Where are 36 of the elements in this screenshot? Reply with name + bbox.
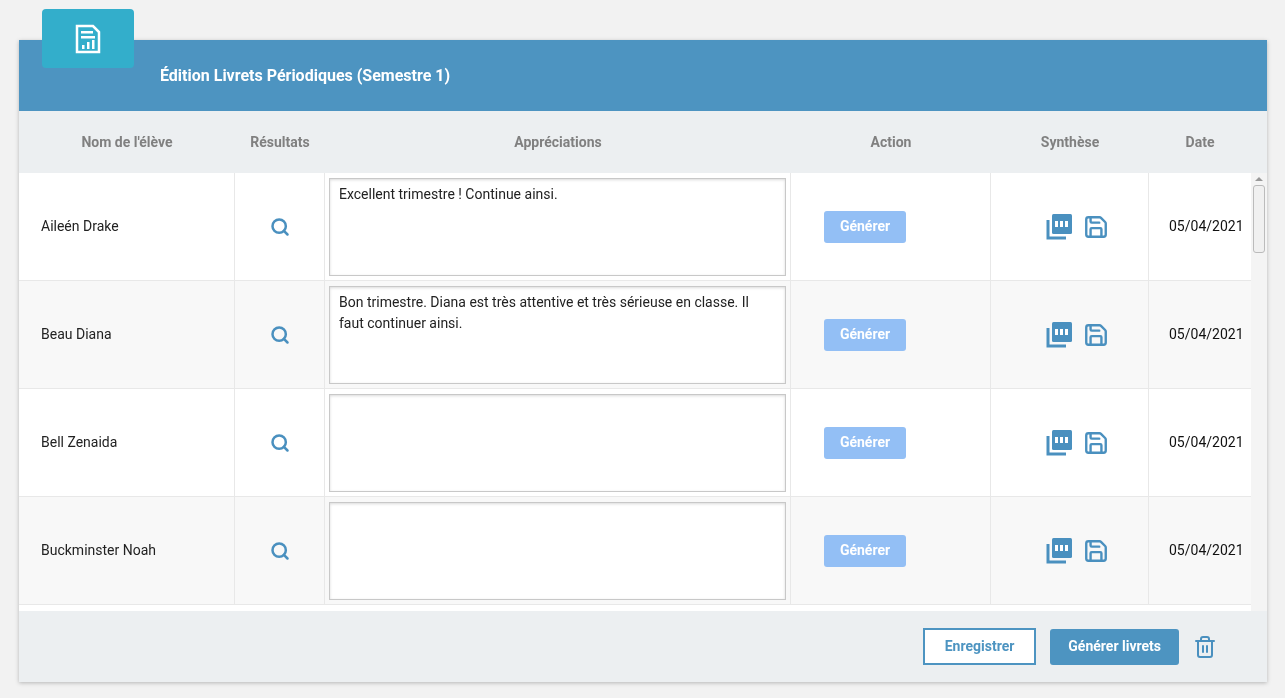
save-button[interactable]: Enregistrer <box>922 628 1037 665</box>
column-header: Date <box>1185 132 1215 152</box>
save-icon[interactable] <box>1083 321 1109 348</box>
search-icon[interactable] <box>269 432 290 453</box>
search-icon[interactable] <box>269 540 290 561</box>
scrollbar[interactable] <box>1251 173 1267 611</box>
search-icon[interactable] <box>269 216 290 237</box>
column-header: Nom de l'élève <box>81 132 173 152</box>
pdf-icon[interactable] <box>1046 213 1073 240</box>
comment-field[interactable]: Bon trimestre. Diana est très attentive et très sérieuse en classe. Il faut continuer ainsi. <box>329 285 786 384</box>
date-text: 05/04/2021 <box>1169 217 1244 236</box>
pdf-icon[interactable] <box>1046 321 1073 348</box>
student-name: Buckminster Noah <box>41 541 157 560</box>
student-name: Beau Diana <box>41 325 112 344</box>
save-icon[interactable] <box>1083 429 1109 456</box>
student-name: Aileén Drake <box>41 217 119 236</box>
comment-field[interactable] <box>329 501 786 600</box>
pdf-icon[interactable] <box>1046 429 1073 456</box>
search-icon[interactable] <box>269 324 290 345</box>
trash-icon[interactable] <box>1193 634 1217 659</box>
report-icon <box>75 23 101 54</box>
comment-field[interactable]: Excellent trimestre ! Continue ainsi. <box>329 177 786 276</box>
date-text: 05/04/2021 <box>1169 541 1244 560</box>
column-header: Action <box>870 132 912 152</box>
column-header: Synthèse <box>1040 132 1100 152</box>
column-header: Appréciations <box>514 132 602 152</box>
pdf-icon[interactable] <box>1046 537 1073 564</box>
save-icon[interactable] <box>1083 537 1109 564</box>
date-text: 05/04/2021 <box>1169 325 1244 344</box>
panel-title: Édition Livrets Périodiques (Semestre 1) <box>160 65 451 87</box>
comment-field[interactable] <box>329 393 786 492</box>
generate-booklets-button[interactable]: Générer livrets <box>1050 628 1179 665</box>
student-name: Bell Zenaida <box>41 433 118 452</box>
column-header: Résultats <box>250 132 310 152</box>
date-text: 05/04/2021 <box>1169 433 1244 452</box>
save-icon[interactable] <box>1083 213 1109 240</box>
